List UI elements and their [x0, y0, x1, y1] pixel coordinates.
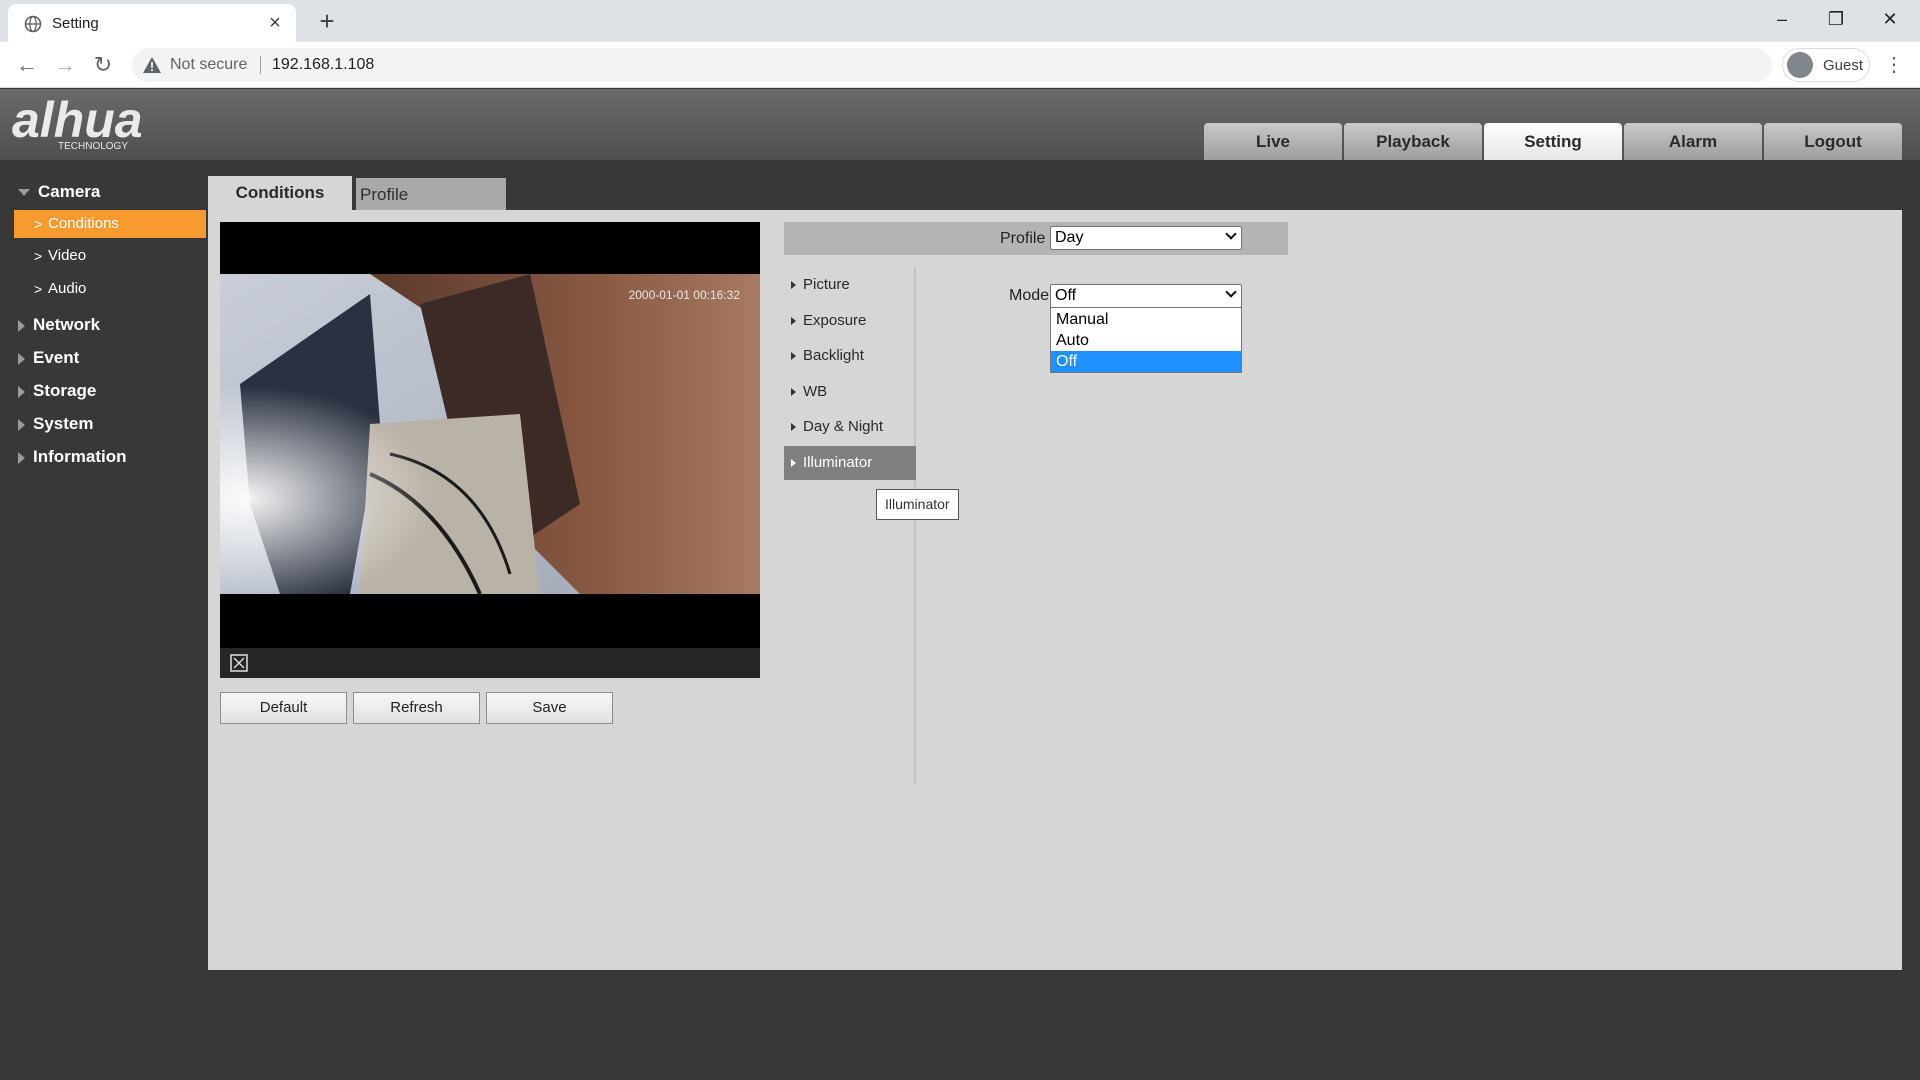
video-preview[interactable]: 2000-01-01 00:16:32: [220, 222, 760, 678]
mode-dropdown-list: Manual Auto Off: [1050, 307, 1242, 373]
triangle-right-icon: [791, 281, 796, 289]
nav-alarm[interactable]: Alarm: [1624, 123, 1762, 160]
triangle-right-icon: [791, 317, 796, 325]
subnav-backlight[interactable]: Backlight: [784, 339, 916, 373]
app-header: alhua TECHNOLOGY Live Playback Setting A…: [0, 89, 1920, 160]
illuminator-tooltip: Illuminator: [876, 489, 959, 520]
conditions-subnav: Picture Exposure Backlight WB Day & Nigh…: [784, 268, 916, 784]
chevron-down-icon: [1225, 228, 1237, 240]
subnav-illuminator[interactable]: Illuminator: [784, 446, 916, 480]
browser-tabstrip: Setting × + – ❐ ✕: [0, 0, 1920, 42]
tab-conditions[interactable]: Conditions: [208, 176, 352, 210]
reload-icon[interactable]: ↻: [88, 50, 118, 80]
url-text[interactable]: 192.168.1.108: [272, 56, 374, 74]
tab-profile-management[interactable]: Profile Management: [356, 178, 506, 238]
url-separator: [260, 56, 261, 74]
logo-text: alhua: [12, 93, 143, 148]
logo-subtext: TECHNOLOGY: [58, 141, 128, 151]
expanded-triangle-icon: [18, 189, 30, 197]
profile-label: Profile: [1000, 230, 1046, 247]
video-timestamp: 2000-01-01 00:16:32: [628, 288, 740, 302]
profile-button[interactable]: Guest: [1782, 48, 1870, 82]
save-button[interactable]: Save: [486, 692, 613, 724]
chevron-right-icon: >: [34, 281, 43, 297]
triangle-right-icon: [791, 423, 796, 431]
camera-feed-image: [220, 274, 760, 594]
collapsed-triangle-icon: [18, 451, 25, 464]
restore-icon[interactable]: ❐: [1816, 4, 1856, 34]
video-control-bar: [220, 648, 760, 678]
address-bar[interactable]: Not secure 192.168.1.108: [132, 48, 1772, 82]
subnav-exposure[interactable]: Exposure: [784, 304, 916, 338]
collapsed-triangle-icon: [18, 319, 25, 332]
chevron-right-icon: >: [34, 216, 43, 232]
browser-tab-title: Setting: [52, 15, 99, 32]
sidebar-group-camera[interactable]: Camera: [18, 182, 100, 202]
triangle-right-icon: [791, 388, 796, 396]
profile-label: Guest: [1823, 57, 1864, 74]
triangle-right-icon: [791, 352, 796, 360]
back-icon[interactable]: ←: [12, 50, 42, 80]
sidebar-group-storage[interactable]: Storage: [18, 381, 96, 401]
sidebar-group-network[interactable]: Network: [18, 315, 100, 335]
sidebar-group-information[interactable]: Information: [18, 447, 127, 467]
globe-icon: [24, 15, 42, 33]
profile-bar: Profile Day: [784, 222, 1288, 255]
sidebar: Camera > Conditions > Video > Audio Network…: [0, 160, 208, 1080]
sidebar-group-event[interactable]: Event: [18, 348, 79, 368]
nav-setting[interactable]: Setting: [1484, 123, 1622, 160]
subnav-picture[interactable]: Picture: [784, 268, 916, 302]
profile-select[interactable]: Day: [1050, 226, 1242, 250]
collapsed-triangle-icon: [18, 352, 25, 365]
forward-icon[interactable]: →: [50, 50, 80, 80]
mode-label: Mode: [1009, 287, 1050, 304]
chevron-right-icon: >: [34, 248, 43, 264]
sidebar-item-audio[interactable]: > Audio: [14, 275, 206, 303]
mode-option-auto[interactable]: Auto: [1051, 330, 1241, 351]
main-nav: Live Playback Setting Alarm Logout: [1202, 123, 1902, 160]
window-close-icon[interactable]: ✕: [1870, 4, 1910, 34]
minimize-icon[interactable]: –: [1762, 4, 1802, 34]
nav-live[interactable]: Live: [1204, 123, 1342, 160]
collapsed-triangle-icon: [18, 418, 25, 431]
collapsed-triangle-icon: [18, 385, 25, 398]
dahua-logo: alhua TECHNOLOGY: [12, 93, 143, 151]
browser-menu-icon[interactable]: ⋮: [1882, 50, 1906, 80]
sidebar-item-video[interactable]: > Video: [14, 242, 206, 270]
subnav-wb[interactable]: WB: [784, 375, 916, 409]
browser-toolbar: ← → ↻ Not secure 192.168.1.108 Guest ⋮: [0, 42, 1920, 88]
default-button[interactable]: Default: [220, 692, 347, 724]
nav-playback[interactable]: Playback: [1344, 123, 1482, 160]
mode-option-manual[interactable]: Manual: [1051, 309, 1241, 330]
warning-icon[interactable]: [142, 55, 162, 75]
mode-option-off[interactable]: Off: [1051, 351, 1241, 372]
close-tab-icon[interactable]: ×: [262, 10, 288, 36]
browser-tab[interactable]: Setting ×: [8, 4, 296, 42]
mode-select[interactable]: Off: [1050, 284, 1242, 308]
nav-logout[interactable]: Logout: [1764, 123, 1902, 160]
subnav-day-night[interactable]: Day & Night: [784, 410, 916, 444]
sidebar-item-conditions[interactable]: > Conditions: [14, 210, 206, 238]
camera-feed-graphic: [220, 274, 760, 594]
chevron-down-icon: [1225, 286, 1237, 298]
sidebar-group-system[interactable]: System: [18, 414, 93, 434]
fullscreen-icon[interactable]: [230, 654, 248, 672]
avatar-icon: [1787, 52, 1813, 78]
triangle-right-icon: [791, 459, 796, 467]
refresh-button[interactable]: Refresh: [353, 692, 480, 724]
not-secure-label: Not secure: [170, 56, 248, 73]
new-tab-icon[interactable]: +: [312, 6, 342, 36]
